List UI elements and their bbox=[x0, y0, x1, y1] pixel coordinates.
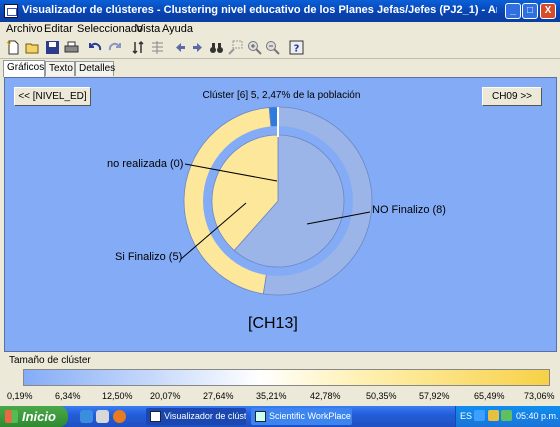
size-tick: 73,06% bbox=[524, 391, 555, 401]
redo-icon[interactable] bbox=[107, 40, 122, 55]
menu-bar: Archivo Editar Seleccionado Vista Ayuda bbox=[0, 22, 560, 38]
start-button[interactable]: Inicio bbox=[0, 406, 68, 427]
taskbar-item-label: Visualizador de clúste... bbox=[164, 411, 246, 421]
slice-label-no-realizada: no realizada (0) bbox=[107, 158, 184, 170]
save-icon[interactable] bbox=[45, 40, 60, 55]
chart-panel: << [NIVEL_ED] CH09 >> Clúster [6] 5, 2,4… bbox=[4, 77, 557, 352]
sort-icon[interactable] bbox=[131, 40, 146, 55]
size-tick: 50,35% bbox=[366, 391, 397, 401]
binoculars-icon[interactable] bbox=[209, 40, 224, 55]
zoom-in-icon[interactable] bbox=[247, 40, 262, 55]
size-tick: 35,21% bbox=[256, 391, 287, 401]
system-tray: ES 05:40 p.m. bbox=[455, 406, 560, 427]
ie-icon[interactable] bbox=[80, 410, 93, 423]
zoom-out-icon[interactable] bbox=[265, 40, 280, 55]
tab-detalles[interactable]: Detalles bbox=[75, 61, 115, 76]
forward-arrow-icon[interactable] bbox=[191, 40, 206, 55]
menu-archivo[interactable]: Archivo bbox=[6, 23, 43, 35]
title-bar[interactable]: Visualizador de clústeres - Clustering n… bbox=[0, 0, 560, 22]
size-tick: 27,64% bbox=[203, 391, 234, 401]
start-label: Inicio bbox=[22, 409, 56, 424]
pie-chart bbox=[180, 106, 373, 296]
taskbar-item-visualizador[interactable]: Visualizador de clúste... bbox=[146, 408, 246, 425]
taskbar-item-scientific-workplace[interactable]: Scientific WorkPlace -... bbox=[251, 408, 352, 425]
tab-texto[interactable]: Texto bbox=[45, 61, 75, 76]
window-title: Visualizador de clústeres - Clustering n… bbox=[22, 4, 497, 16]
window-icon bbox=[255, 411, 266, 422]
size-tick: 12,50% bbox=[102, 391, 133, 401]
zoom-area-icon[interactable] bbox=[228, 40, 243, 55]
security-icon[interactable] bbox=[501, 410, 512, 421]
volume-icon[interactable] bbox=[488, 410, 499, 421]
close-button[interactable]: X bbox=[540, 3, 556, 19]
slice-label-no-finalizo: NO Finalizo (8) bbox=[372, 204, 446, 216]
back-arrow-icon[interactable] bbox=[172, 40, 187, 55]
menu-vista[interactable]: Vista bbox=[136, 23, 160, 35]
firefox-icon[interactable] bbox=[113, 410, 126, 423]
size-tick: 42,78% bbox=[310, 391, 341, 401]
size-tick: 57,92% bbox=[419, 391, 450, 401]
open-icon[interactable] bbox=[25, 40, 40, 55]
menu-editar[interactable]: Editar bbox=[44, 23, 73, 35]
windows-flag-icon bbox=[5, 410, 18, 423]
taskbar: Inicio Visualizador de clúste... Scienti… bbox=[0, 406, 560, 427]
window-icon bbox=[150, 411, 161, 422]
tab-graficos[interactable]: Gráficos bbox=[3, 60, 45, 77]
network-icon[interactable] bbox=[474, 410, 485, 421]
menu-seleccionado[interactable]: Seleccionado bbox=[77, 23, 143, 35]
size-tick: 20,07% bbox=[150, 391, 181, 401]
size-tick: 0,19% bbox=[7, 391, 33, 401]
size-tick: 6,34% bbox=[55, 391, 81, 401]
media-icon[interactable] bbox=[96, 410, 109, 423]
new-icon[interactable] bbox=[6, 40, 21, 55]
cluster-size-caption: Tamaño de clúster bbox=[9, 355, 91, 366]
clock: 05:40 p.m. bbox=[516, 411, 559, 421]
minimize-button[interactable]: _ bbox=[505, 3, 521, 19]
cluster-size-legend: Tamaño de clúster 0,19% 6,34% 12,50% 20,… bbox=[4, 353, 557, 406]
maximize-button[interactable]: □ bbox=[522, 3, 538, 19]
toolbar: ? bbox=[0, 38, 560, 59]
slice-label-si-finalizo: Si Finalizo (5) bbox=[115, 251, 183, 263]
taskbar-item-label: Scientific WorkPlace -... bbox=[269, 411, 352, 421]
print-icon[interactable] bbox=[64, 40, 79, 55]
chart-title: [CH13] bbox=[248, 315, 298, 332]
help-icon[interactable]: ? bbox=[289, 40, 304, 55]
menu-ayuda[interactable]: Ayuda bbox=[162, 23, 193, 35]
language-indicator[interactable]: ES bbox=[460, 411, 472, 421]
undo-icon[interactable] bbox=[88, 40, 103, 55]
app-icon bbox=[4, 4, 18, 18]
cluster-size-gradient bbox=[23, 369, 550, 386]
size-tick: 65,49% bbox=[474, 391, 505, 401]
filter-icon[interactable] bbox=[150, 40, 165, 55]
svg-text:?: ? bbox=[294, 44, 300, 55]
